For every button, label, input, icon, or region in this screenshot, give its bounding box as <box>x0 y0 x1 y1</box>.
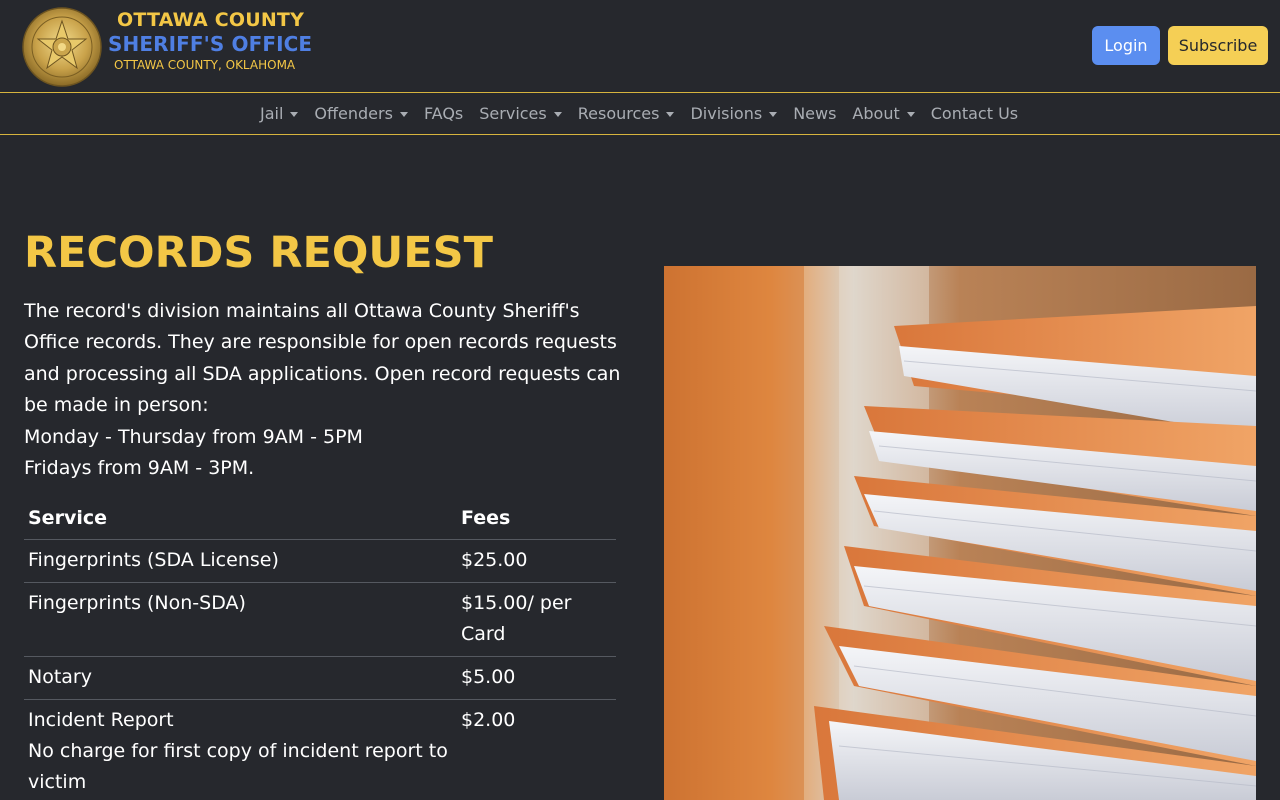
login-button[interactable]: Login <box>1092 26 1160 65</box>
service-name: Incident Report <box>28 709 174 731</box>
service-cell: Fingerprints (Non-SDA) <box>24 582 457 657</box>
nav-item-label: Divisions <box>690 104 763 123</box>
table-row: Fingerprints (Non-SDA) $15.00/ per Card <box>24 582 616 657</box>
records-folders-photo <box>664 266 1256 800</box>
site-header: OTTAWA COUNTY SHERIFF'S OFFICE OTTAWA CO… <box>0 0 1280 92</box>
service-cell: Fingerprints (SDA License) <box>24 539 457 583</box>
nav-item-contact-us[interactable]: Contact Us <box>931 104 1018 123</box>
nav-item-label: Services <box>479 104 547 123</box>
sheriff-star-badge-icon <box>22 7 102 87</box>
service-cell: Incident Report No charge for first copy… <box>24 699 457 800</box>
nav-item-jail[interactable]: Jail <box>260 104 299 123</box>
caret-down-icon <box>290 111 299 117</box>
intro-text: The record's division maintains all Otta… <box>24 296 624 484</box>
intro-paragraph: The record's division maintains all Otta… <box>24 300 621 417</box>
table-header-row: Service Fees <box>24 499 616 540</box>
fee-cell: $5.00 <box>457 656 616 700</box>
nav-items: Jail Offenders FAQs Services Resources D… <box>260 93 1034 134</box>
page-title: RECORDS REQUEST <box>24 228 493 278</box>
nav-item-faqs[interactable]: FAQs <box>424 104 463 123</box>
main-navigation: Jail Offenders FAQs Services Resources D… <box>0 92 1280 135</box>
nav-item-label: Contact Us <box>930 104 1019 123</box>
nav-item-news[interactable]: News <box>793 104 836 123</box>
fee-cell: $25.00 <box>457 539 616 583</box>
nav-item-services[interactable]: Services <box>479 104 562 123</box>
caret-down-icon <box>553 111 562 117</box>
sheriff-badge-logo[interactable] <box>22 7 102 87</box>
caret-down-icon <box>906 111 915 117</box>
brand-office-name[interactable]: SHERIFF'S OFFICE <box>108 32 312 56</box>
nav-item-offenders[interactable]: Offenders <box>314 104 408 123</box>
brand-location: OTTAWA COUNTY, OKLAHOMA <box>114 58 296 72</box>
table-row: Notary $5.00 <box>24 656 616 700</box>
table-row: Incident Report No charge for first copy… <box>24 699 616 800</box>
caret-down-icon <box>399 111 408 117</box>
hours-weekdays: Monday - Thursday from 9AM - 5PM <box>24 425 363 448</box>
fee-cell: $15.00/ per Card <box>457 582 616 657</box>
folder-stack-image <box>664 266 1256 800</box>
nav-item-resources[interactable]: Resources <box>578 104 675 123</box>
fees-table: Service Fees Fingerprints (SDA License) … <box>24 499 616 800</box>
column-header-fees: Fees <box>457 499 616 540</box>
nav-item-label: FAQs <box>423 104 464 123</box>
service-cell: Notary <box>24 656 457 700</box>
subscribe-button[interactable]: Subscribe <box>1168 26 1268 65</box>
service-note: No charge for first copy of incident rep… <box>28 740 448 793</box>
fee-cell: $2.00 <box>457 699 616 800</box>
table-row: Fingerprints (SDA License) $25.00 <box>24 539 616 583</box>
nav-item-label: About <box>852 104 900 123</box>
nav-item-label: Offenders <box>314 104 393 123</box>
caret-down-icon <box>769 111 778 117</box>
brand-county-name[interactable]: OTTAWA COUNTY <box>117 9 304 31</box>
nav-item-label: Jail <box>260 104 284 123</box>
hours-fridays: Fridays from 9AM - 3PM. <box>24 457 255 480</box>
nav-item-divisions[interactable]: Divisions <box>690 104 778 123</box>
nav-item-about[interactable]: About <box>852 104 915 123</box>
caret-down-icon <box>666 111 675 117</box>
nav-item-label: News <box>793 104 837 123</box>
nav-item-label: Resources <box>577 104 660 123</box>
column-header-service: Service <box>24 499 457 540</box>
